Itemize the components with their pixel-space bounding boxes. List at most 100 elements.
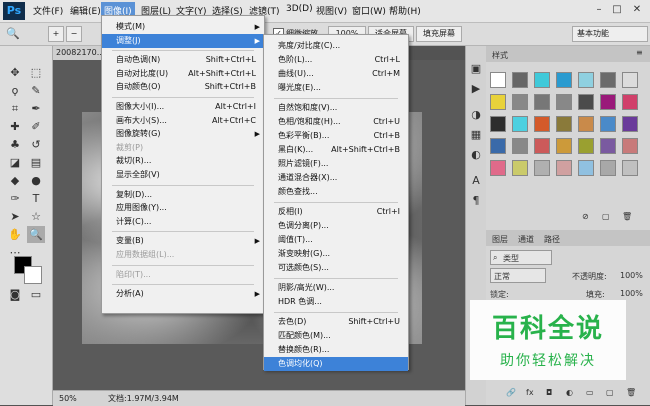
adjust-menu-item[interactable]: 色调分离(P)... (264, 219, 408, 233)
path-select-tool-icon[interactable]: ➤ (6, 208, 24, 225)
delete-style-icon[interactable]: 🗑 (622, 212, 632, 221)
image-menu-item[interactable]: 调整(J) ▶ (102, 33, 264, 48)
trash-icon[interactable]: 🗑 (626, 388, 636, 397)
style-swatch[interactable] (512, 72, 528, 88)
adjust-menu-item[interactable]: 颜色查找... (264, 185, 408, 199)
style-swatch[interactable] (600, 72, 616, 88)
quick-select-tool-icon[interactable]: ✎ (27, 82, 45, 99)
menu-file[interactable]: 文件(F) (33, 4, 63, 17)
zoom-tool-icon[interactable]: 🔍 (27, 226, 45, 243)
screen-mode-icon[interactable]: ▭ (27, 286, 45, 303)
style-swatch[interactable] (512, 138, 528, 154)
image-menu-item[interactable]: 裁剪(P) (102, 141, 264, 155)
image-menu-item[interactable]: 裁切(R)... (102, 154, 264, 168)
image-menu-item[interactable]: 计算(C)... (102, 215, 264, 229)
style-swatch[interactable] (490, 138, 506, 154)
style-swatch[interactable] (534, 138, 550, 154)
background-color-swatch[interactable] (24, 266, 42, 284)
no-style-icon[interactable]: ⊘ (582, 212, 589, 221)
style-swatch[interactable] (578, 72, 594, 88)
blur-tool-icon[interactable]: ◆ (6, 172, 24, 189)
lasso-tool-icon[interactable]: ϙ (6, 82, 24, 99)
paragraph-panel-icon[interactable]: ¶ (467, 192, 485, 209)
adjust-menu-item[interactable]: 阈值(T)... (264, 233, 408, 247)
style-swatch[interactable] (490, 160, 506, 176)
style-swatch[interactable] (622, 94, 638, 110)
fill-value[interactable]: 100% (620, 289, 643, 298)
tab-channels[interactable]: 通道 (518, 234, 534, 245)
opacity-value[interactable]: 100% (620, 271, 643, 280)
adjustment-layer-icon[interactable]: ◐ (566, 388, 573, 397)
image-menu-item[interactable]: 分析(A) ▶ (102, 287, 264, 301)
color-panel-icon[interactable]: ◑ (467, 106, 485, 123)
menu-edit[interactable]: 编辑(E) (70, 4, 101, 17)
blend-mode-select[interactable]: 正常 (490, 268, 546, 283)
adjust-menu-item[interactable]: 曲线(U)... Ctrl+M (264, 67, 408, 81)
eyedropper-tool-icon[interactable]: ✒ (27, 100, 45, 117)
style-swatch[interactable] (512, 160, 528, 176)
adjust-menu-item[interactable]: 色阶(L)... Ctrl+L (264, 53, 408, 67)
menu-help[interactable]: 帮助(H) (389, 4, 421, 17)
menu-window[interactable]: 窗口(W) (352, 4, 386, 17)
adjust-menu-item[interactable]: 通道混合器(X)... (264, 171, 408, 185)
eraser-tool-icon[interactable]: ◪ (6, 154, 24, 171)
style-swatch[interactable] (556, 116, 572, 132)
adjust-menu-item[interactable]: 可选颜色(S)... (264, 261, 408, 275)
style-swatch[interactable] (556, 94, 572, 110)
swatches-panel-icon[interactable]: ▦ (467, 126, 485, 143)
style-swatch[interactable] (578, 138, 594, 154)
adjust-menu-item[interactable]: 黑白(K)... Alt+Shift+Ctrl+B (264, 143, 408, 157)
adjust-menu-item[interactable]: 反相(I) Ctrl+I (264, 205, 408, 219)
clone-stamp-tool-icon[interactable]: ♣ (6, 136, 24, 153)
adjust-menu-item[interactable]: 色彩平衡(B)... Ctrl+B (264, 129, 408, 143)
style-swatch[interactable] (578, 160, 594, 176)
style-swatch[interactable] (556, 72, 572, 88)
healing-tool-icon[interactable]: ✚ (6, 118, 24, 135)
new-layer-icon[interactable]: ▢ (606, 388, 614, 397)
adjust-menu-item[interactable]: 曝光度(E)... (264, 81, 408, 95)
tab-styles[interactable]: 样式 (492, 50, 508, 61)
menu-3d[interactable]: 3D(D) (286, 4, 313, 14)
style-swatch[interactable] (490, 72, 506, 88)
workspace-select[interactable]: 基本功能 (572, 26, 648, 42)
adjust-menu-item[interactable]: 自然饱和度(V)... (264, 101, 408, 115)
image-menu-item[interactable]: 图像大小(I)... Alt+Ctrl+I (102, 100, 264, 114)
tab-layers[interactable]: 图层 (492, 234, 508, 245)
adjust-menu-item[interactable]: 阴影/高光(W)... (264, 281, 408, 295)
style-swatch[interactable] (578, 116, 594, 132)
style-swatch[interactable] (490, 94, 506, 110)
image-menu-item[interactable]: 自动色调(N) Shift+Ctrl+L (102, 53, 264, 67)
image-menu-item[interactable]: 显示全部(V) (102, 168, 264, 182)
pen-tool-icon[interactable]: ✑ (6, 190, 24, 207)
style-swatch[interactable] (534, 94, 550, 110)
move-tool-icon[interactable]: ✥ (6, 64, 24, 81)
fx-icon[interactable]: fx (526, 388, 534, 397)
style-swatch[interactable] (622, 138, 638, 154)
style-swatch[interactable] (600, 116, 616, 132)
dodge-tool-icon[interactable]: ● (27, 172, 45, 189)
style-swatch[interactable] (534, 72, 550, 88)
style-swatch[interactable] (512, 116, 528, 132)
menu-view[interactable]: 视图(V) (316, 4, 347, 17)
adjustments-panel-icon[interactable]: ◐ (467, 146, 485, 163)
zoom-in-icon[interactable]: + (48, 26, 64, 42)
adjust-menu-item[interactable]: HDR 色调... (264, 295, 408, 309)
image-menu-item[interactable]: 自动颜色(O) Shift+Ctrl+B (102, 80, 264, 94)
image-menu-item[interactable]: 画布大小(S)... Alt+Ctrl+C (102, 114, 264, 128)
panel-menu-icon[interactable]: ≡ (636, 48, 643, 57)
crop-tool-icon[interactable]: ⌗ (6, 100, 24, 117)
type-tool-icon[interactable]: T (27, 190, 45, 207)
new-style-icon[interactable]: ▢ (602, 212, 610, 221)
hand-tool-icon[interactable]: ✋ (6, 226, 24, 243)
fill-screen-button[interactable]: 填充屏幕 (416, 26, 462, 42)
adjust-menu-item[interactable]: 色调均化(Q) (264, 357, 408, 371)
image-menu-item[interactable]: 陷印(T)... (102, 268, 264, 282)
style-swatch[interactable] (622, 116, 638, 132)
zoom-out-icon[interactable]: − (66, 26, 82, 42)
adjust-menu-item[interactable]: 去色(D) Shift+Ctrl+U (264, 315, 408, 329)
adjust-menu-item[interactable]: 亮度/对比度(C)... (264, 39, 408, 53)
close-icon[interactable]: ✕ (630, 3, 644, 17)
history-panel-icon[interactable]: ▣ (467, 60, 485, 77)
layer-filter-select[interactable]: ⌕ 类型 (490, 250, 552, 265)
minimize-icon[interactable]: – (592, 3, 606, 17)
